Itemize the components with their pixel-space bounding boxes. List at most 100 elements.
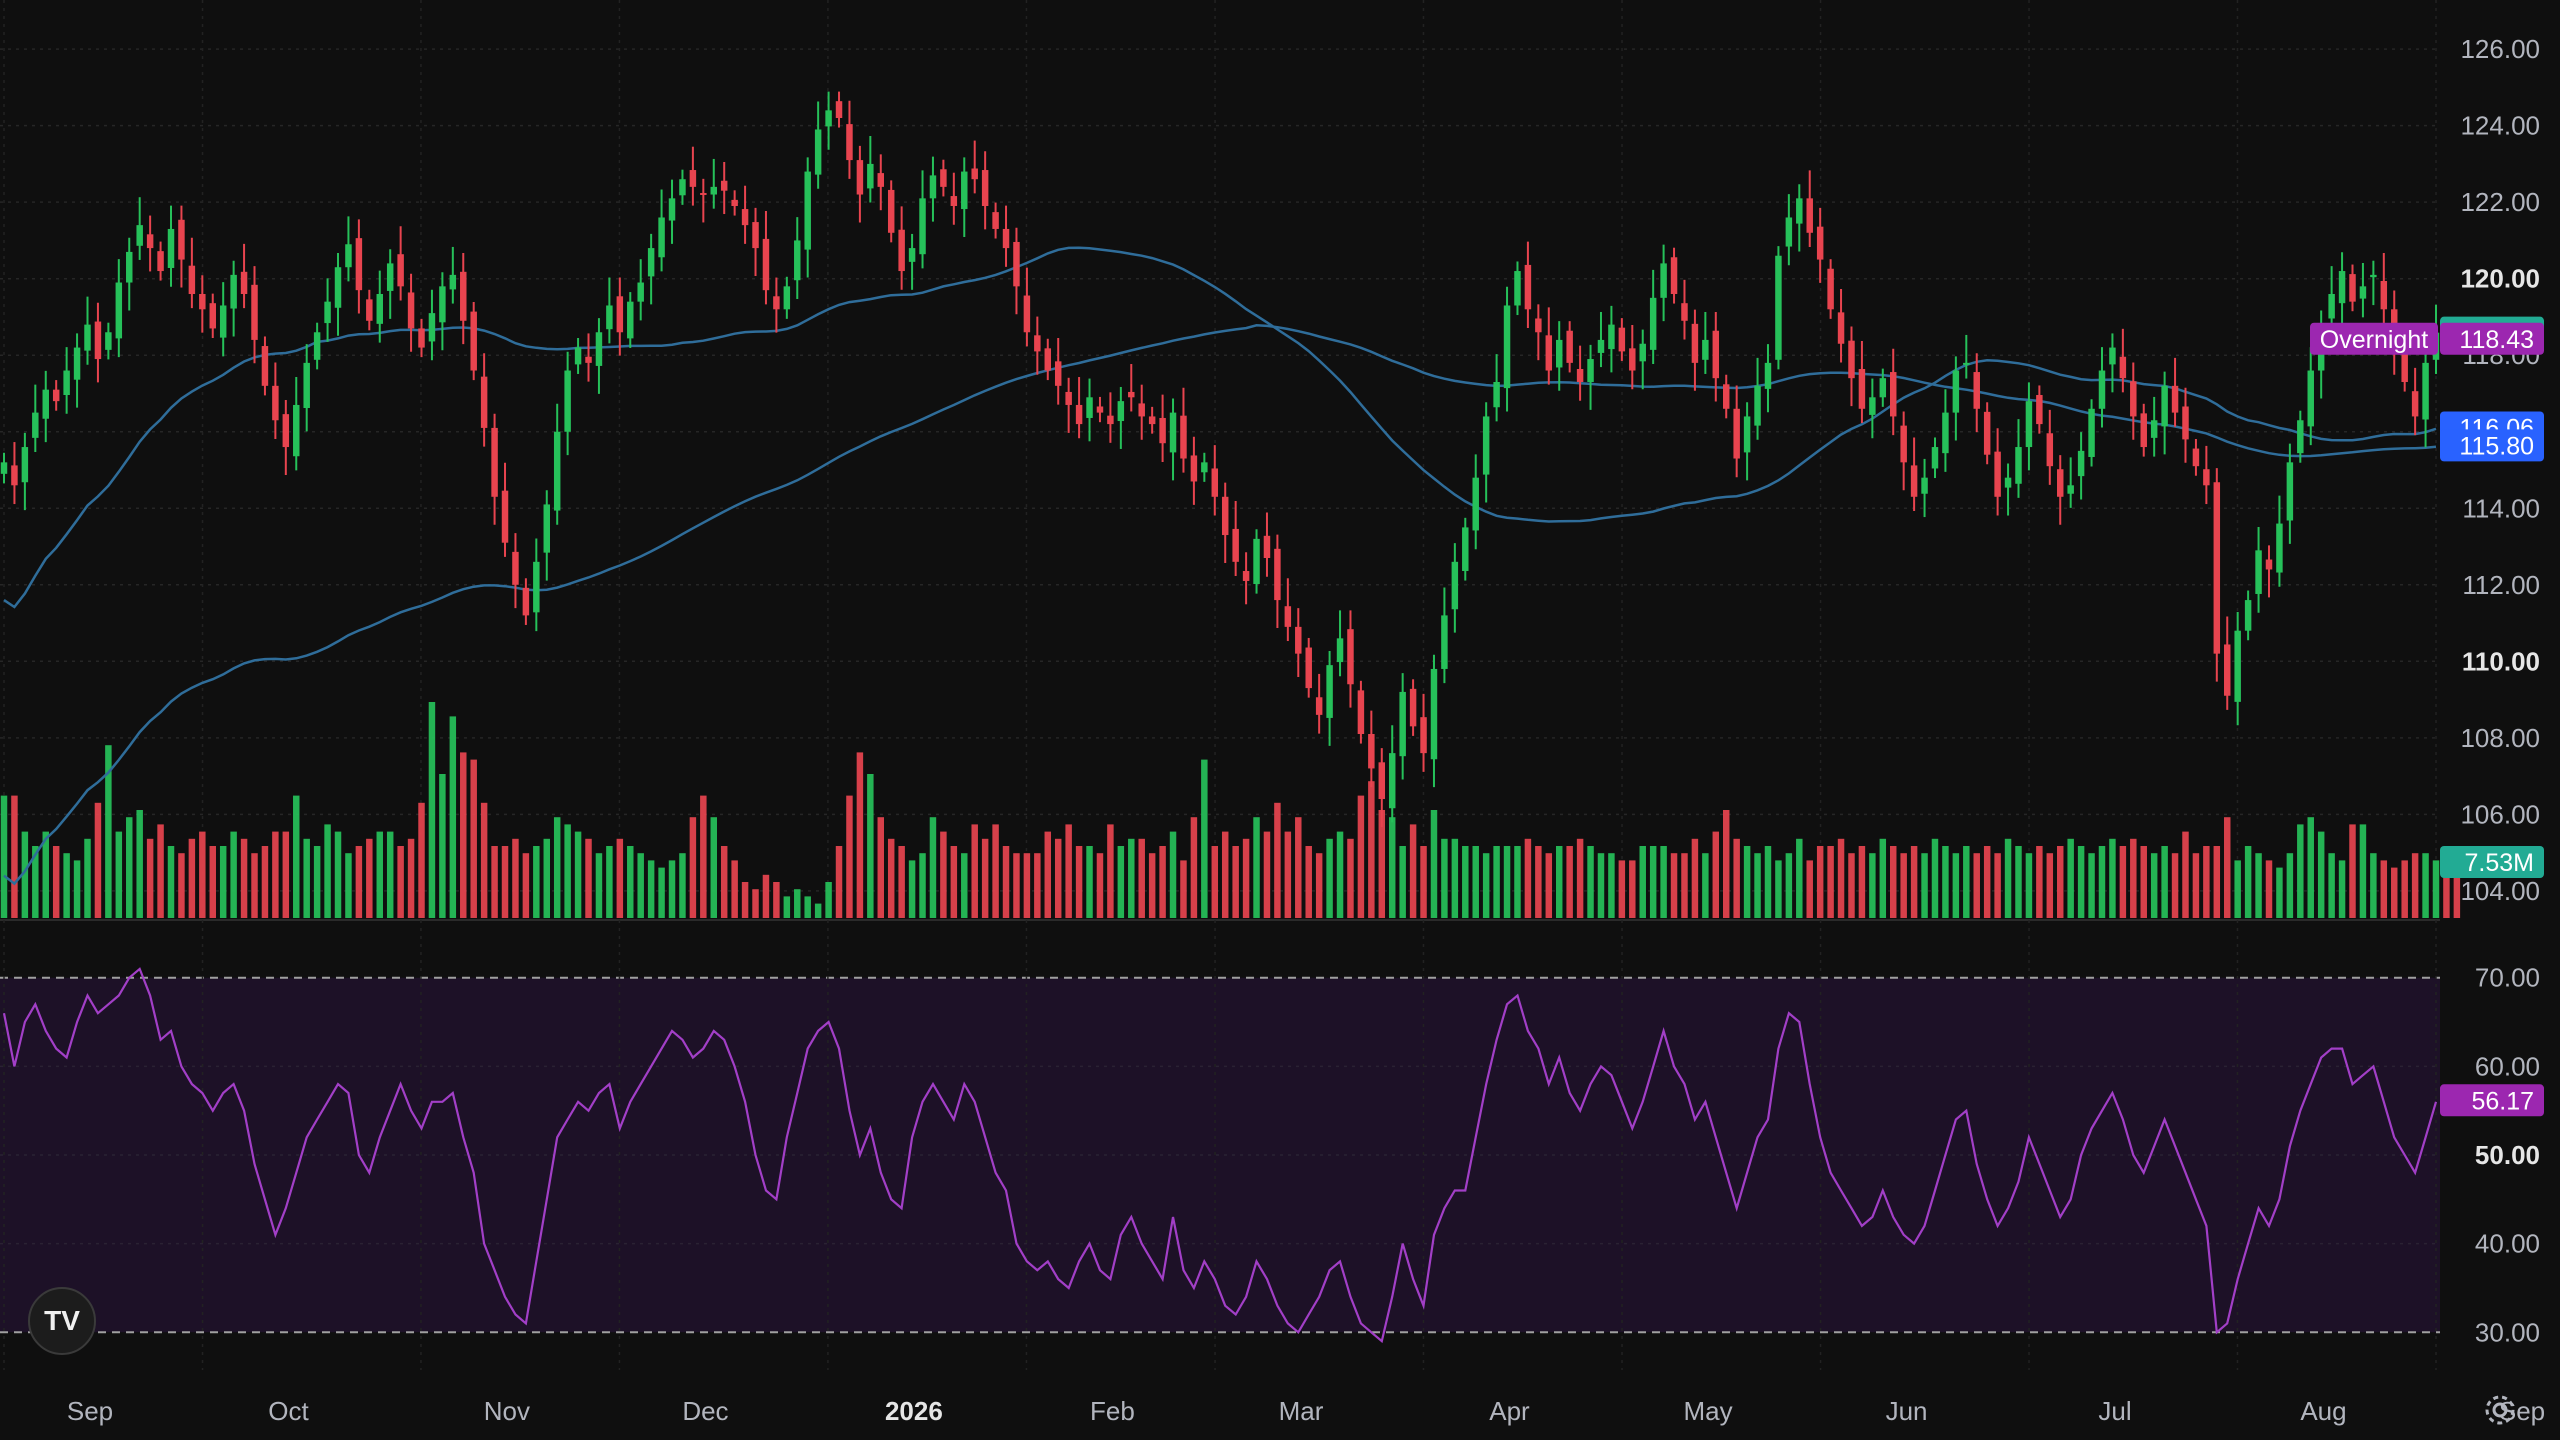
volume-bar xyxy=(2286,853,2294,918)
volume-bar xyxy=(867,774,874,918)
volume-bar xyxy=(1890,846,1897,918)
volume-bar xyxy=(1785,853,1793,918)
volume-bar xyxy=(1681,853,1688,918)
volume-bar xyxy=(2057,846,2064,918)
volume-bar xyxy=(1597,853,1605,918)
candle-body xyxy=(1409,688,1417,727)
volume-bar xyxy=(2182,831,2189,918)
candle-body xyxy=(950,196,958,206)
volume-bar xyxy=(700,795,707,918)
candle-body xyxy=(1722,384,1730,409)
volume-bar xyxy=(637,853,644,918)
time-tick-label: 2026 xyxy=(885,1396,943,1426)
volume-bar xyxy=(1326,838,1333,918)
candle-body xyxy=(752,222,759,249)
candle-body xyxy=(908,248,916,262)
candle-body xyxy=(543,504,550,553)
volume-bar xyxy=(2224,817,2231,918)
candle-body xyxy=(2213,482,2221,654)
volume-tag-value: 7.53M xyxy=(2465,849,2534,877)
volume-bar xyxy=(2161,846,2168,918)
volume-bar xyxy=(251,853,258,918)
volume-bar xyxy=(2130,838,2137,918)
volume-bar xyxy=(272,831,279,918)
volume-bar xyxy=(679,853,686,918)
stock-chart[interactable]: 126.00124.00122.00120.00118.00116.00114.… xyxy=(0,0,2560,1440)
rsi-tick-label: 60.00 xyxy=(2475,1051,2540,1081)
volume-bar xyxy=(1451,838,1459,918)
candle-body xyxy=(585,356,592,363)
candle-body xyxy=(188,265,196,294)
candle-body xyxy=(1336,638,1344,663)
candle-body xyxy=(1451,561,1459,610)
volume-bar xyxy=(2234,860,2241,918)
candle-body xyxy=(825,110,832,127)
candle-body xyxy=(1524,264,1532,310)
candle-body xyxy=(1399,691,1406,757)
volume-bar xyxy=(1462,846,1469,918)
volume-bar xyxy=(1201,759,1208,918)
candle-body xyxy=(835,101,843,118)
volume-bar xyxy=(1848,853,1855,918)
volume-bar xyxy=(2004,838,2012,918)
candle-body xyxy=(595,332,603,366)
volume-bar xyxy=(1221,831,1229,918)
volume-bar xyxy=(1869,853,1876,918)
rsi-tick-label: 70.00 xyxy=(2475,963,2540,993)
volume-bar xyxy=(773,882,780,918)
candle-body xyxy=(898,229,905,272)
candle-body xyxy=(1107,415,1114,425)
candle-body xyxy=(1660,263,1667,298)
candle-body xyxy=(1315,697,1323,715)
candle-body xyxy=(1764,362,1772,389)
candle-body xyxy=(2004,477,2012,488)
volume-bar xyxy=(303,838,310,918)
volume-bar xyxy=(480,802,488,918)
volume-bar xyxy=(63,853,70,918)
candle-body xyxy=(929,175,937,199)
tradingview-logo-icon[interactable]: TV xyxy=(28,1287,96,1355)
price-tick-label: 114.00 xyxy=(2462,493,2540,523)
price-tag-value: 115.80 xyxy=(2459,432,2534,460)
candle-body xyxy=(846,124,853,161)
volume-bar xyxy=(1670,853,1678,918)
volume-bar xyxy=(230,831,237,918)
price-tag-value: 118.43 xyxy=(2459,326,2534,354)
volume-bar xyxy=(574,831,582,918)
candle-body xyxy=(1148,416,1156,425)
volume-bar xyxy=(1660,846,1667,918)
volume-bar xyxy=(209,846,216,918)
candle-body xyxy=(1702,339,1709,360)
volume-bar xyxy=(846,795,853,918)
volume-bar xyxy=(877,817,885,918)
volume-bar xyxy=(1284,831,1292,918)
volume-bar xyxy=(1587,846,1594,918)
candle-body xyxy=(1879,378,1887,398)
volume-bar xyxy=(1629,860,1636,918)
volume-bar xyxy=(2119,846,2127,918)
candle-body xyxy=(1535,318,1542,333)
volume-bar xyxy=(1722,810,1730,918)
candle-body xyxy=(1670,257,1678,294)
volume-bar xyxy=(1044,831,1052,918)
candle-body xyxy=(272,385,279,421)
volume-bar xyxy=(407,838,415,918)
candle-body xyxy=(1472,477,1479,531)
candle-body xyxy=(2297,420,2304,454)
candle-body xyxy=(2140,413,2147,448)
volume-bar xyxy=(752,889,759,918)
candle-body xyxy=(366,299,373,321)
candle-body xyxy=(1931,447,1939,469)
volume-bar xyxy=(1545,853,1553,918)
volume-bar xyxy=(324,824,331,918)
candle-body xyxy=(428,313,436,342)
candle-body xyxy=(397,254,404,287)
candle-body xyxy=(637,282,644,302)
candle-body xyxy=(219,305,227,338)
gear-icon[interactable] xyxy=(2480,1390,2520,1430)
candle-body xyxy=(2307,370,2314,427)
volume-bar xyxy=(658,867,665,918)
volume-bar xyxy=(2307,817,2314,918)
candle-body xyxy=(2370,274,2377,278)
volume-bar xyxy=(1858,846,1866,918)
